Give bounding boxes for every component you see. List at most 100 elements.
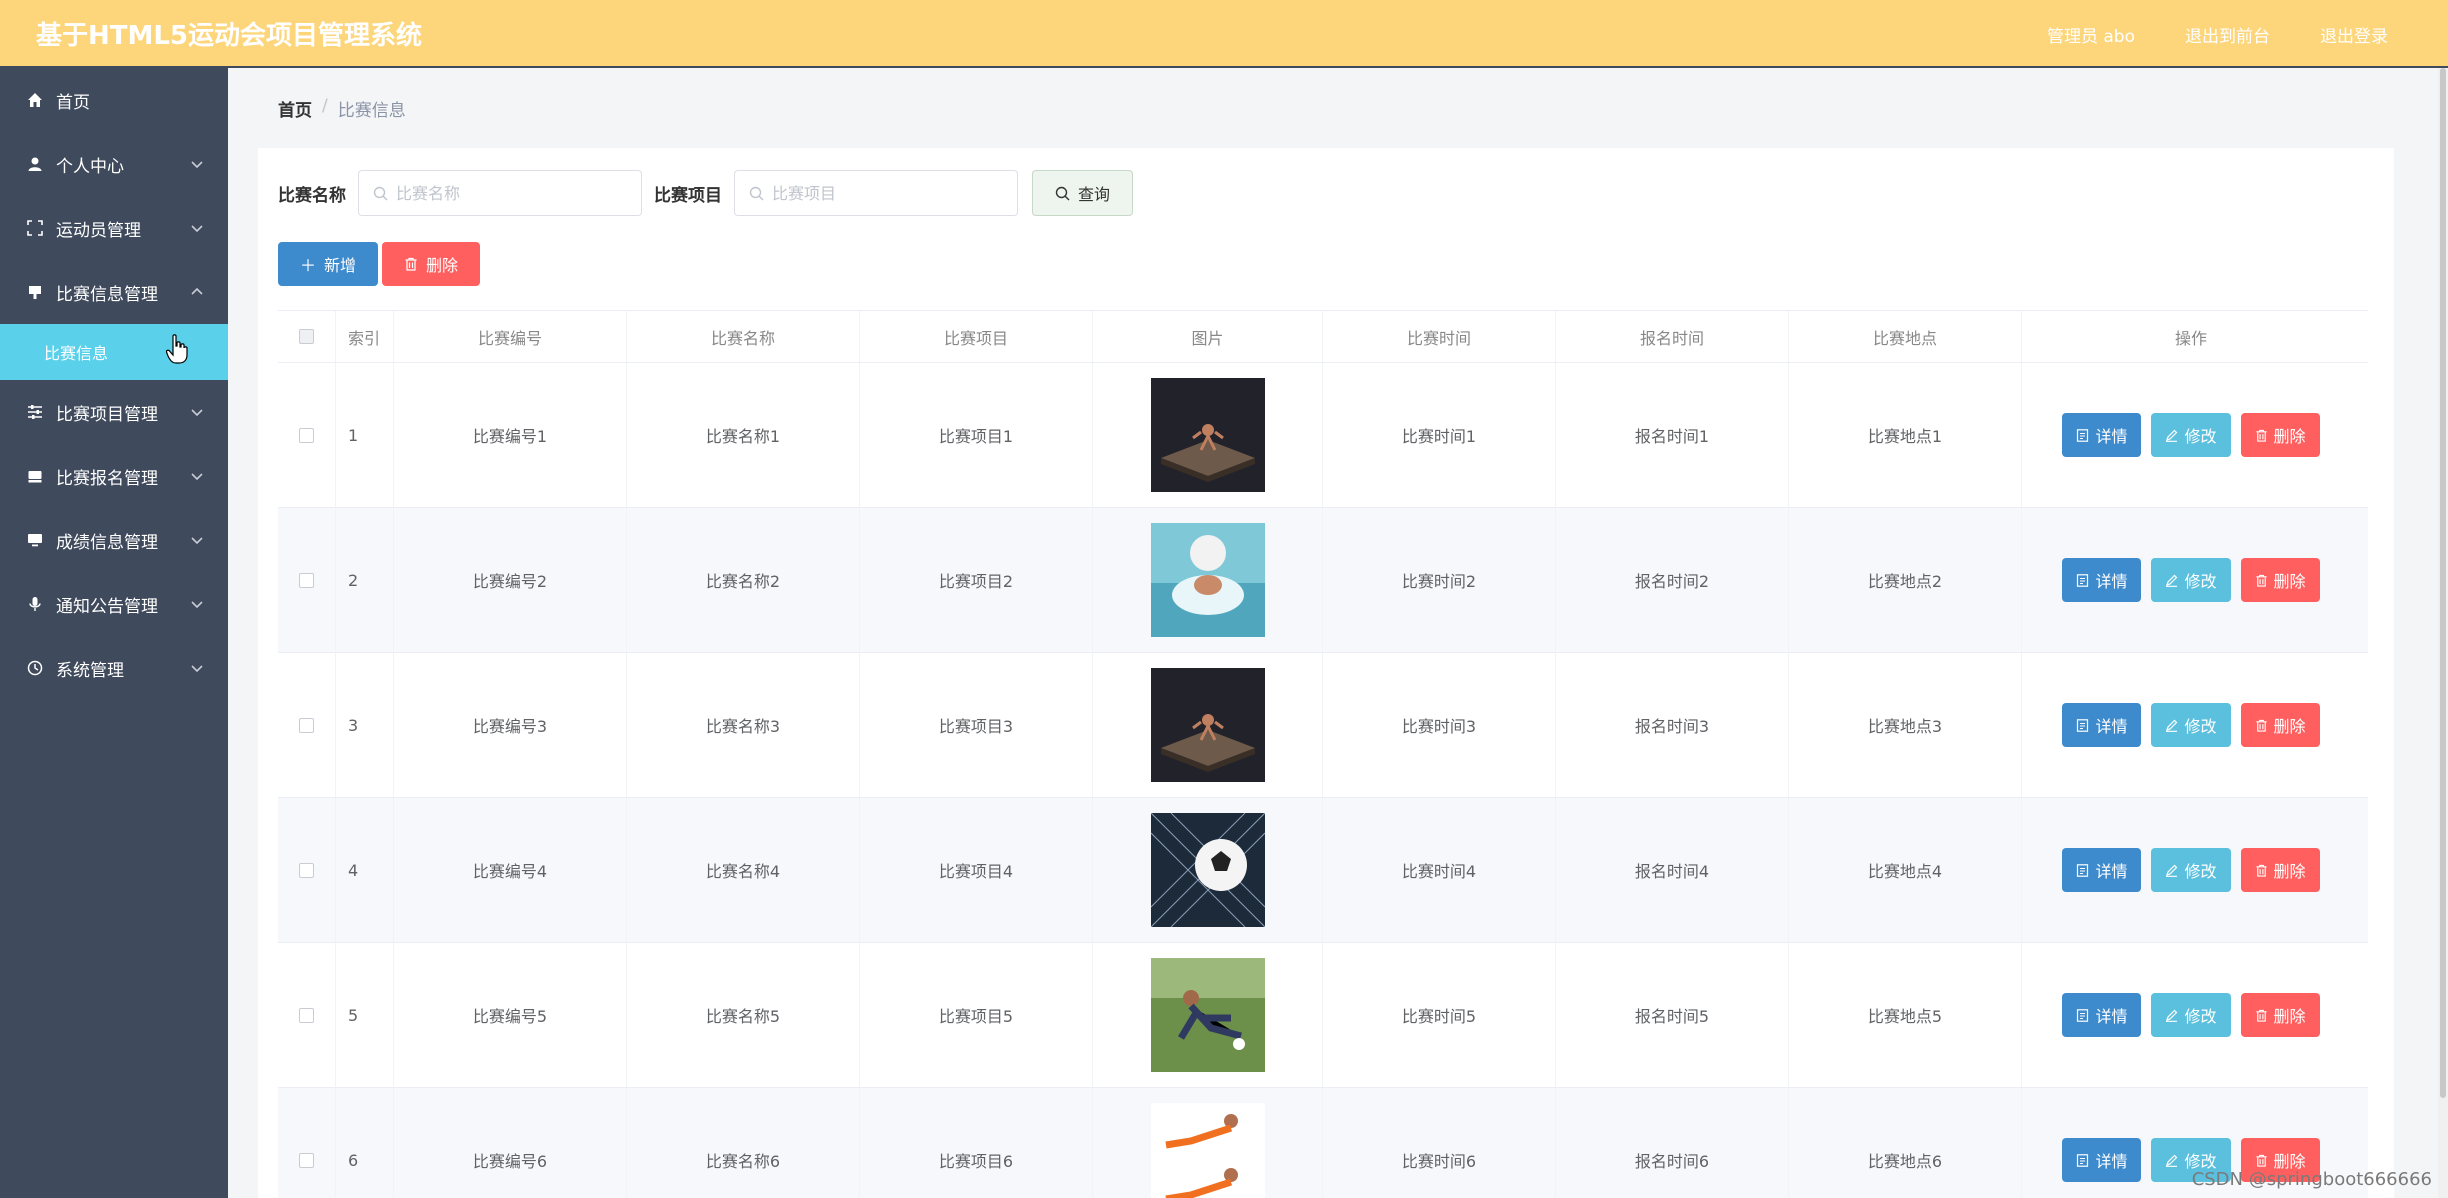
row-checkbox-cell [278,943,336,1087]
cell-actions: 详情 修改 删除 [2022,508,2360,652]
row-checkbox[interactable] [299,572,314,588]
detail-button-label: 详情 [2095,572,2128,591]
sidebar-item-label: 通知公告管理 [56,596,158,617]
column-header: 图片 [1093,311,1323,362]
match-thumbnail [1150,668,1265,782]
sidebar-item-signup[interactable]: 比赛报名管理 [0,444,228,508]
cell-match-place: 比赛地点3 [1789,653,2022,797]
row-checkbox-cell [278,653,336,797]
row-checkbox[interactable] [299,717,314,733]
detail-button[interactable]: 详情 [2062,413,2142,457]
detail-button[interactable]: 详情 [2062,703,2142,747]
chevron-up-icon [191,287,203,295]
cell-actions: 详情 修改 删除 [2022,653,2360,797]
scrollbar-thumb[interactable] [2440,68,2446,1098]
detail-button[interactable]: 详情 [2062,993,2142,1037]
sidebar-item-label: 运动员管理 [56,220,141,241]
cell-match-name: 比赛名称5 [627,943,860,1087]
match-project-field[interactable] [734,170,1018,216]
cell-match-code: 比赛编号3 [394,653,627,797]
cell-match-project: 比赛项目1 [860,363,1093,507]
row-checkbox[interactable] [299,862,314,878]
plus-icon: ＋ [300,256,317,275]
edit-button[interactable]: 修改 [2151,413,2231,457]
cell-match-project: 比赛项目6 [860,1088,1093,1198]
edit-button-label: 修改 [2184,1007,2217,1026]
match-name-field[interactable] [358,170,642,216]
fullscreen-icon [26,219,44,237]
match-thumbnail [1150,958,1265,1072]
cell-match-place: 比赛地点4 [1789,798,2022,942]
header-checkbox-cell [278,311,336,362]
delete-button[interactable]: 删除 [2240,703,2320,747]
cell-image [1093,798,1323,942]
match-project-input[interactable] [772,183,992,203]
breadcrumb-separator: / [322,96,328,116]
column-header: 报名时间 [1556,311,1789,362]
cell-match-place: 比赛地点2 [1789,508,2022,652]
row-checkbox[interactable] [299,1007,314,1023]
edit-button[interactable]: 修改 [2151,993,2231,1037]
column-header: 索引 [336,311,394,362]
sidebar-item-personal[interactable]: 个人中心 [0,132,228,196]
sidebar-item-athletes[interactable]: 运动员管理 [0,196,228,260]
search-icon [373,186,388,200]
delete-button[interactable]: 删除 [2240,848,2320,892]
cell-match-code: 比赛编号2 [394,508,627,652]
select-all-checkbox[interactable] [299,329,314,344]
cell-match-project: 比赛项目3 [860,653,1093,797]
edit-button[interactable]: 修改 [2151,558,2231,602]
search-icon [749,186,764,200]
cell-signup-time: 报名时间6 [1556,1088,1789,1198]
query-button[interactable]: 查询 [1032,170,1134,216]
cell-image [1093,653,1323,797]
row-checkbox-cell [278,798,336,942]
column-header: 比赛项目 [860,311,1093,362]
edit-icon [2166,429,2178,442]
trash-icon [2255,719,2267,732]
add-button[interactable]: ＋ 新增 [278,242,379,286]
cell-index: 6 [336,1088,394,1198]
breadcrumb-home[interactable]: 首页 [278,96,312,121]
sidebar-item-scores[interactable]: 成绩信息管理 [0,508,228,572]
batch-delete-button[interactable]: 删除 [382,242,481,286]
sidebar-item-match-info[interactable]: 比赛信息管理 [0,260,228,324]
match-name-label: 比赛名称 [278,185,346,206]
edit-button[interactable]: 修改 [2151,703,2231,747]
cell-signup-time: 报名时间1 [1556,363,1789,507]
sidebar-item-system[interactable]: 系统管理 [0,636,228,700]
detail-button[interactable]: 详情 [2062,1138,2142,1182]
cell-match-place: 比赛地点1 [1789,363,2022,507]
row-checkbox[interactable] [299,427,314,443]
detail-button[interactable]: 详情 [2062,848,2142,892]
sidebar-subitem-match-info[interactable]: 比赛信息 [0,324,228,380]
edit-button-label: 修改 [2184,862,2217,881]
cell-match-project: 比赛项目2 [860,508,1093,652]
sidebar-item-notices[interactable]: 通知公告管理 [0,572,228,636]
hand-cursor-icon [166,334,188,364]
delete-button-label: 删除 [2273,717,2306,736]
match-name-input[interactable] [396,183,616,203]
logout-link[interactable]: 退出登录 [2320,22,2388,47]
cell-match-code: 比赛编号5 [394,943,627,1087]
edit-button-label: 修改 [2184,717,2217,736]
row-checkbox[interactable] [299,1152,314,1168]
delete-button[interactable]: 删除 [2240,558,2320,602]
row-checkbox-cell [278,508,336,652]
detail-button[interactable]: 详情 [2062,558,2142,602]
cell-match-project: 比赛项目5 [860,943,1093,1087]
back-to-front-link[interactable]: 退出到前台 [2185,22,2270,47]
cell-signup-time: 报名时间3 [1556,653,1789,797]
sidebar-item-home[interactable]: 首页 [0,68,228,132]
cell-image [1093,508,1323,652]
page-scrollbar[interactable] [2438,68,2448,1198]
sidebar-item-projects[interactable]: 比赛项目管理 [0,380,228,444]
edit-button[interactable]: 修改 [2151,848,2231,892]
chevron-down-icon [191,665,203,673]
delete-button[interactable]: 删除 [2240,993,2320,1037]
cell-match-code: 比赛编号1 [394,363,627,507]
edit-icon [2166,719,2178,732]
delete-button[interactable]: 删除 [2240,413,2320,457]
search-icon [1055,186,1070,200]
cell-image [1093,363,1323,507]
